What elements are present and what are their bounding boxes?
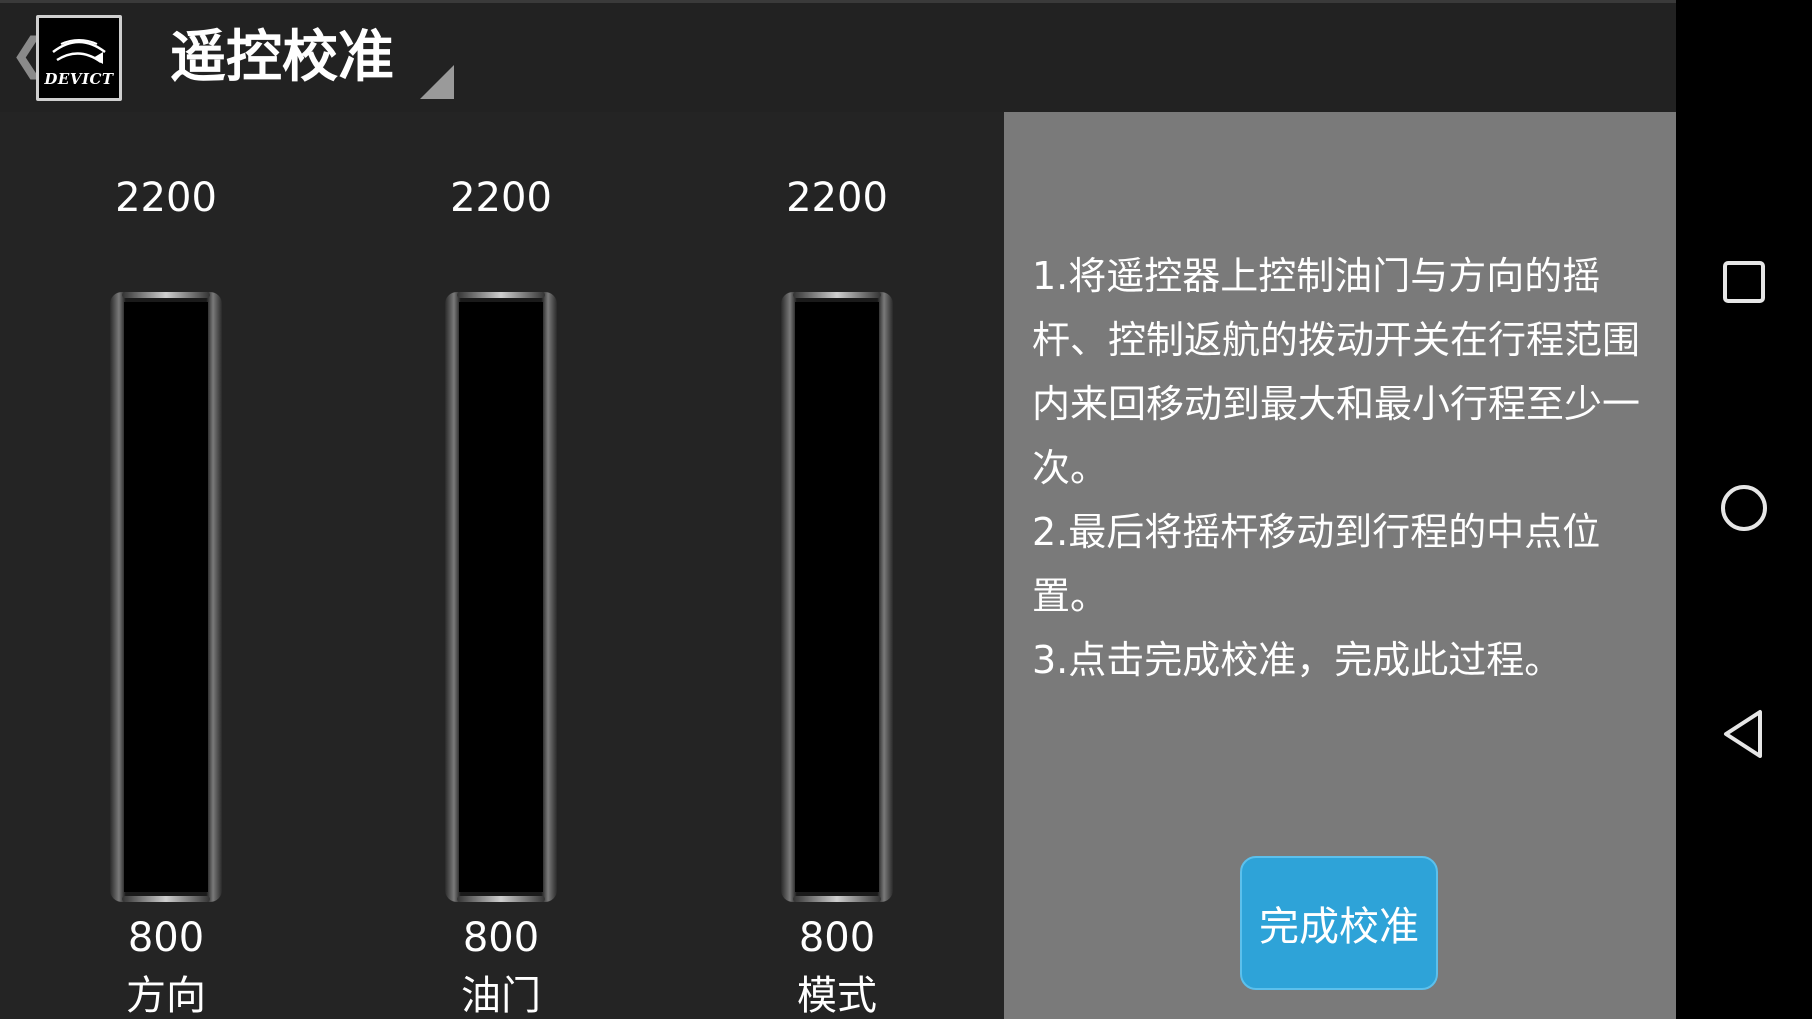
corner-triangle-icon [420,65,454,99]
page-title: 遥控校准 [170,25,394,90]
square-icon[interactable] [1704,242,1784,322]
app-logo[interactable]: DEVICT [36,15,122,101]
channel-slider-track[interactable] [443,292,559,902]
channel-max-value: 2200 [786,175,888,221]
channels-panel: 2200 800 方向 2200 800 油门 2200 800 模式 [0,112,1004,1019]
instruction-step-1: 1.将遥控器上控制油门与方向的摇杆、控制返航的拨动开关在行程范围内来回移动到最大… [1032,254,1641,490]
channel-label: 模式 [797,973,877,1019]
channel-mode: 2200 800 模式 [747,174,927,1019]
triangle-back-icon[interactable] [1704,694,1784,774]
channel-slider-track[interactable] [779,292,895,902]
logo-text: DEVICT [44,70,114,88]
channel-max-value: 2200 [450,175,552,221]
instruction-step-2: 2.最后将摇杆移动到行程的中点位置。 [1032,510,1601,618]
instruction-step-3: 3.点击完成校准，完成此过程。 [1032,638,1563,682]
channel-throttle: 2200 800 油门 [411,174,591,1019]
channel-min-value: 800 [462,915,540,961]
channel-direction: 2200 800 方向 [76,174,256,1019]
channel-label: 方向 [126,973,206,1019]
channel-label: 油门 [461,973,541,1019]
channel-min-value: 800 [127,915,205,961]
channel-max-value: 2200 [115,175,217,221]
system-nav-bar [1676,0,1812,1019]
app-screen: ❮ DEVICT 遥控校准 2200 800 方向 2200 800 油门 22… [0,0,1812,1019]
instructions-panel: 1.将遥控器上控制油门与方向的摇杆、控制返航的拨动开关在行程范围内来回移动到最大… [1004,112,1676,1019]
channel-slider-track[interactable] [108,292,224,902]
complete-calibration-button[interactable]: 完成校准 [1240,856,1438,990]
circle-icon[interactable] [1704,468,1784,548]
action-bar: ❮ DEVICT 遥控校准 [0,0,1676,112]
instructions-text: 1.将遥控器上控制油门与方向的摇杆、控制返航的拨动开关在行程范围内来回移动到最大… [1032,244,1642,692]
channel-min-value: 800 [798,915,876,961]
